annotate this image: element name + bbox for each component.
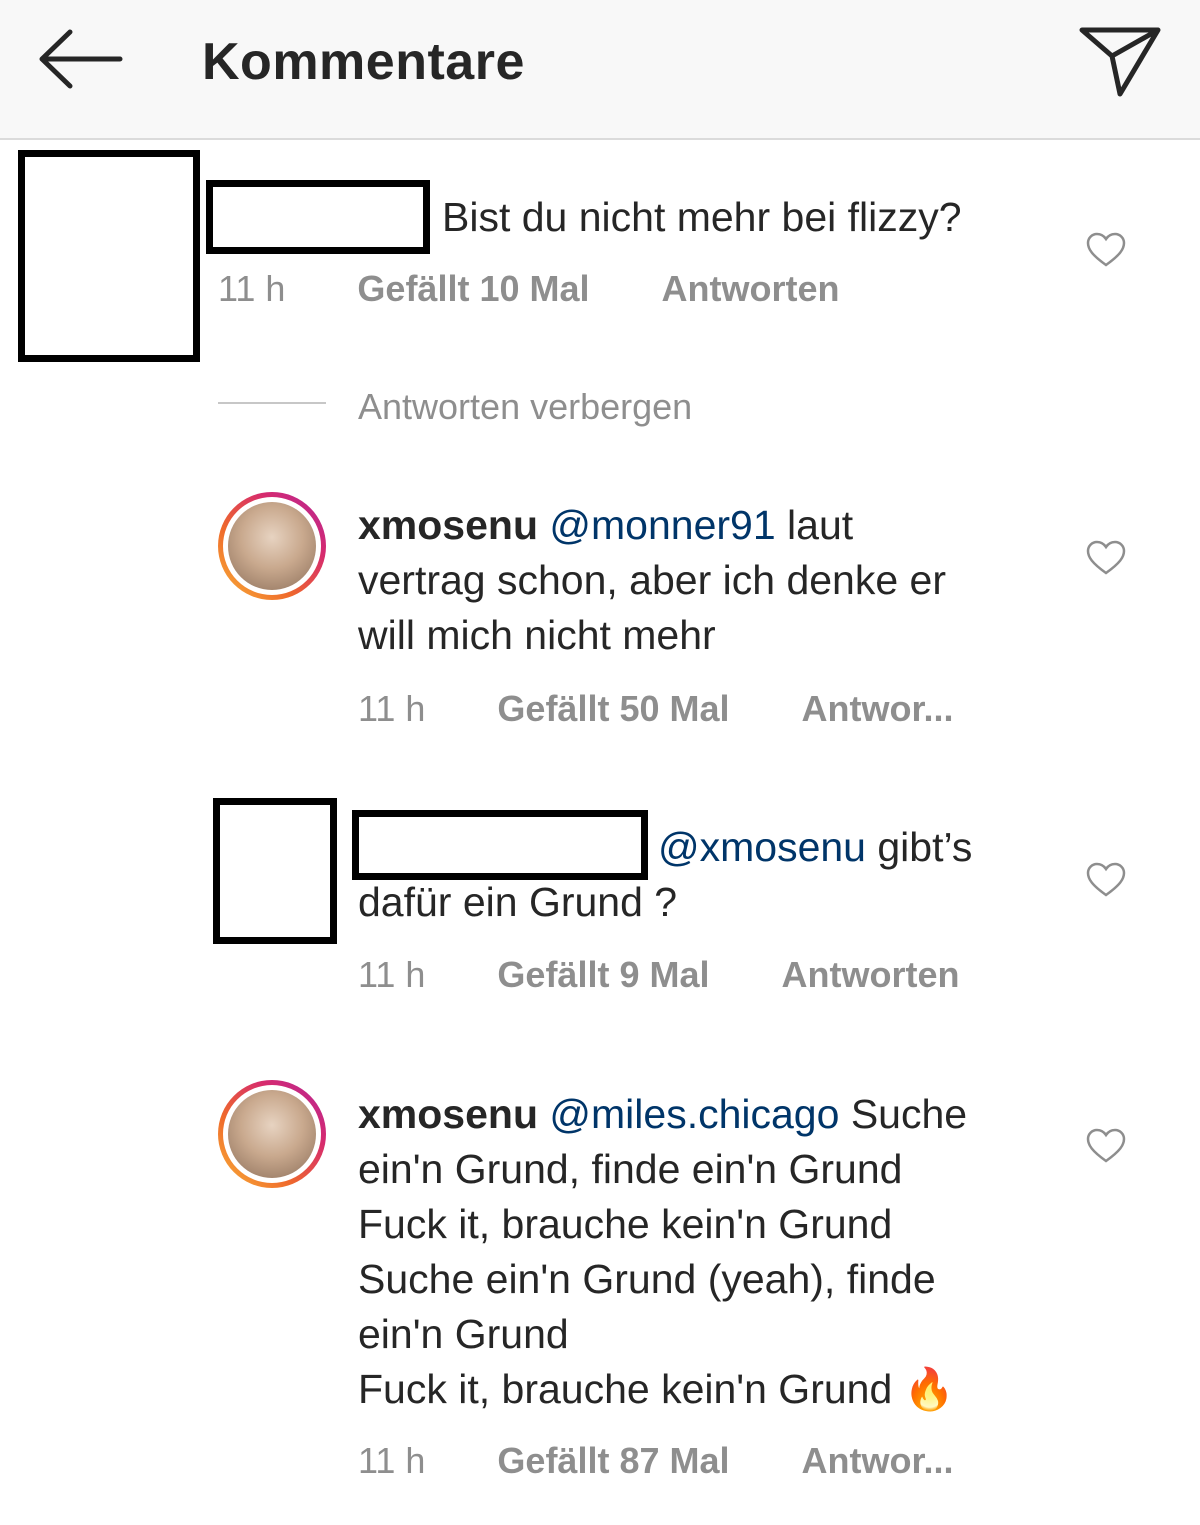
replies-divider [218, 402, 326, 404]
mention-link[interactable]: @miles.chicago [549, 1091, 839, 1137]
comment-meta: 11 h Gefällt 10 Mal Antworten [218, 268, 840, 310]
mention-link[interactable]: @monner91 [549, 502, 775, 548]
reply-button[interactable]: Antwor... [802, 688, 954, 729]
share-button[interactable] [1078, 24, 1162, 98]
fire-emoji: 🔥 [903, 1366, 955, 1412]
avatar[interactable] [218, 492, 326, 600]
mention-link[interactable]: @xmosenu [658, 824, 866, 870]
reply-button[interactable]: Antwor... [802, 1440, 954, 1481]
reply-text: xmosenu @miles.chicago Suche ein'n Grund… [358, 1091, 968, 1412]
reply-text: @xmosenu gibt’s dafür ein Grund ? [358, 824, 973, 925]
redacted-avatar [213, 798, 337, 944]
reply-text: xmosenu @monner91 laut vertrag schon, ab… [358, 502, 946, 658]
heart-icon[interactable] [1086, 540, 1126, 576]
reply-meta: 11 h Gefällt 87 Mal Antwor... [358, 1440, 954, 1482]
likes-count[interactable]: Gefällt 10 Mal [357, 268, 589, 309]
page-title: Kommentare [202, 33, 525, 91]
likes-count[interactable]: Gefällt 87 Mal [497, 1440, 729, 1481]
reply-time: 11 h [358, 688, 426, 729]
likes-count[interactable]: Gefällt 50 Mal [497, 688, 729, 729]
back-button[interactable] [36, 26, 124, 92]
comment-time: 11 h [218, 268, 286, 309]
redacted-avatar [18, 150, 200, 362]
reply-meta: 11 h Gefällt 50 Mal Antwor... [358, 688, 954, 730]
avatar[interactable] [218, 1080, 326, 1188]
username[interactable]: xmosenu [358, 502, 538, 548]
heart-icon[interactable] [1086, 1128, 1126, 1164]
reply-meta: 11 h Gefällt 9 Mal Antworten [358, 954, 959, 996]
username[interactable]: xmosenu [358, 1091, 538, 1137]
paper-plane-icon [1079, 27, 1161, 97]
hide-replies-button[interactable]: Antworten verbergen [358, 386, 692, 428]
heart-icon[interactable] [1086, 232, 1126, 268]
reply-button[interactable]: Antworten [662, 268, 840, 309]
reply-time: 11 h [358, 1440, 426, 1481]
redacted-username [206, 180, 430, 254]
comment-text: Bist du nicht mehr bei flizzy? [442, 194, 962, 240]
arrow-left-icon [39, 29, 123, 89]
top-bar: Kommentare [0, 0, 1200, 140]
reply-time: 11 h [358, 954, 426, 995]
likes-count[interactable]: Gefällt 9 Mal [497, 954, 709, 995]
reply-button[interactable]: Antworten [782, 954, 960, 995]
heart-icon[interactable] [1086, 862, 1126, 898]
